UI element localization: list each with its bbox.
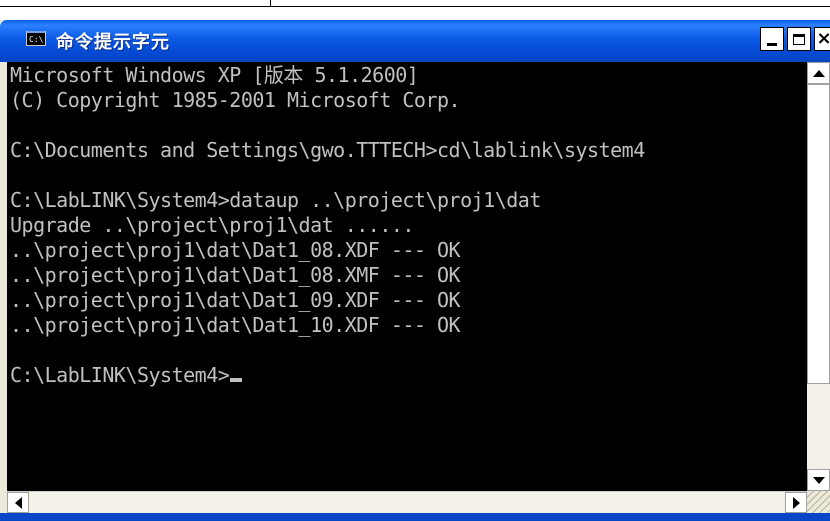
console-line: Upgrade ..\project\proj1\dat ...... xyxy=(10,213,414,237)
scroll-left-button[interactable] xyxy=(7,492,29,513)
document-edge xyxy=(0,0,830,8)
scroll-right-button[interactable] xyxy=(785,492,807,513)
maximize-button[interactable] xyxy=(787,27,811,51)
divider-line xyxy=(0,6,830,7)
console-line: ..\project\proj1\dat\Dat1_08.XDF --- OK xyxy=(10,238,461,262)
arrow-up-icon xyxy=(812,69,825,77)
console-line: C:\LabLINK\System4>dataup ..\project\pro… xyxy=(10,188,541,212)
horizontal-scrollbar[interactable] xyxy=(7,491,807,513)
arrow-down-icon xyxy=(812,476,825,484)
minimize-icon xyxy=(767,42,777,46)
minimize-button[interactable] xyxy=(760,27,784,51)
console-prompt: C:\LabLINK\System4> xyxy=(10,363,230,387)
divider-line xyxy=(270,0,271,7)
cmd-icon-label: C:\ xyxy=(29,35,44,44)
vertical-scroll-thumb[interactable] xyxy=(807,84,830,384)
console-line: Microsoft Windows XP [版本 5.1.2600] xyxy=(10,63,419,87)
console-output[interactable]: Microsoft Windows XP [版本 5.1.2600] (C) C… xyxy=(7,62,807,491)
text-cursor xyxy=(230,378,243,382)
title-bar[interactable]: C:\ 命令提示字元 × xyxy=(0,20,830,62)
close-button[interactable]: × xyxy=(814,27,830,51)
maximize-icon xyxy=(793,33,805,45)
vertical-scrollbar[interactable] xyxy=(807,62,830,491)
window-title: 命令提示字元 xyxy=(56,32,170,53)
console-line: ..\project\proj1\dat\Dat1_08.XMF --- OK xyxy=(10,263,461,287)
console-line: ..\project\proj1\dat\Dat1_09.XDF --- OK xyxy=(10,288,461,312)
scroll-down-button[interactable] xyxy=(807,469,830,491)
console-line: C:\Documents and Settings\gwo.TTTECH>cd\… xyxy=(10,138,645,162)
command-prompt-window: C:\ 命令提示字元 × Microsoft Windows XP [版本 5.… xyxy=(0,20,830,521)
arrow-left-icon xyxy=(14,496,22,509)
horizontal-scroll-track[interactable] xyxy=(29,492,785,513)
resize-grip[interactable] xyxy=(807,491,830,513)
scroll-up-button[interactable] xyxy=(807,62,830,84)
close-icon: × xyxy=(816,28,830,49)
console-line: ..\project\proj1\dat\Dat1_10.XDF --- OK xyxy=(10,313,461,337)
window-bottom-border xyxy=(0,513,830,521)
cmd-icon[interactable]: C:\ xyxy=(26,31,46,46)
arrow-right-icon xyxy=(792,496,800,509)
console-line: (C) Copyright 1985-2001 Microsoft Corp. xyxy=(10,88,461,112)
